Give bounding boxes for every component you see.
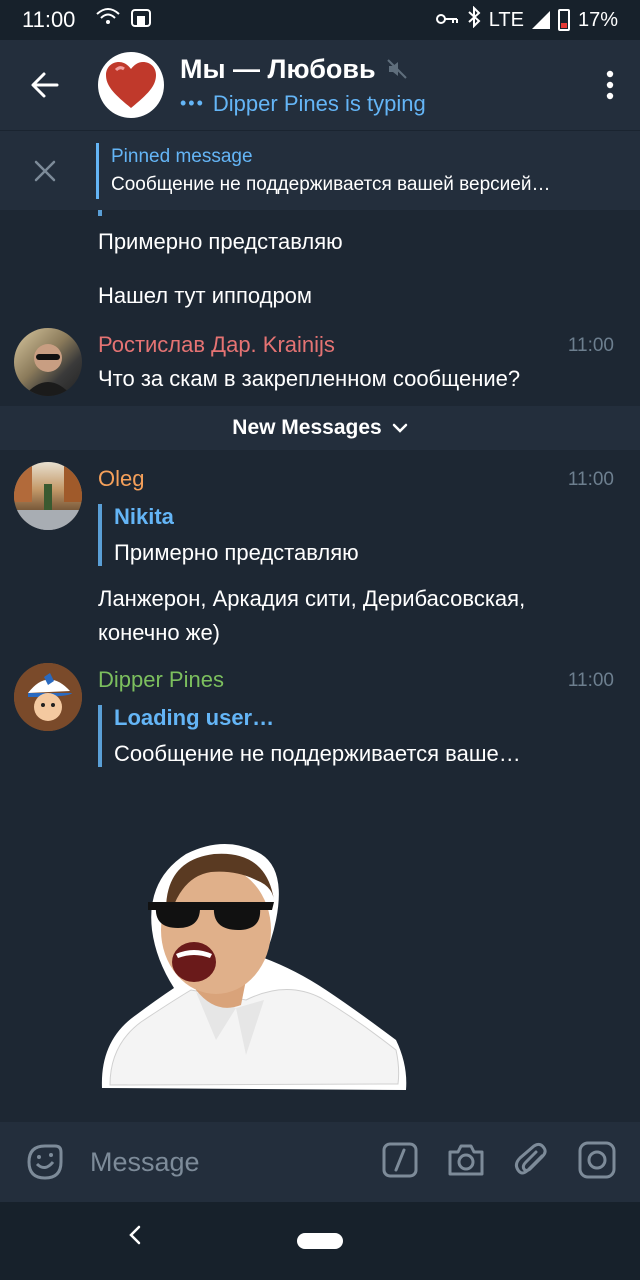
message-time: 11:00: [567, 469, 614, 490]
heart-icon: [106, 62, 156, 108]
wifi-call-icon: [95, 6, 121, 34]
reply-quote[interactable]: Nikita Примерно представляю: [98, 504, 359, 566]
nav-home-button[interactable]: [297, 1233, 343, 1249]
chat-avatar[interactable]: [98, 52, 164, 118]
user-photo-icon: [14, 663, 82, 731]
system-navigation-bar: [0, 1202, 640, 1280]
chat-status: Dipper Pines is typing: [212, 90, 426, 116]
message-text: Ланжерон, Аркадия сити, Дерибасовская, к…: [98, 586, 526, 645]
message-time: 11:00: [567, 335, 614, 356]
avatar[interactable]: [14, 663, 82, 731]
avatar[interactable]: [14, 462, 82, 530]
network-type: LTE: [488, 8, 524, 31]
chevron-down-icon: [392, 423, 407, 433]
sticker-icon: [27, 1144, 63, 1180]
message-text: Что за скам в закрепленном сообщение?: [98, 366, 521, 391]
more-vertical-icon: [606, 70, 614, 100]
camera-icon: [448, 1144, 484, 1175]
message-input[interactable]: Message: [90, 1147, 382, 1178]
user-photo-icon: [24, 344, 72, 396]
battery-percent: 17%: [577, 8, 618, 31]
new-messages-divider[interactable]: New Messages: [0, 406, 640, 450]
sender-name[interactable]: Dipper Pines: [98, 667, 224, 693]
close-icon: [34, 160, 56, 181]
pinned-text: Сообщение не поддерживается вашей версие…: [111, 173, 551, 195]
paperclip-icon: [514, 1142, 547, 1174]
reply-author: Nikita: [114, 504, 174, 529]
reply-author: Loading user…: [114, 705, 275, 730]
avatar[interactable]: [14, 328, 82, 396]
sticker-emoji-button[interactable]: [0, 1122, 90, 1202]
reply-text: Сообщение не поддерживается ваше…: [114, 741, 521, 766]
attach-button[interactable]: [514, 1142, 550, 1183]
reply-text: Примерно представляю: [114, 540, 359, 565]
pinned-message-bar[interactable]: Pinned message Сообщение не поддерживает…: [0, 130, 640, 210]
chat-title: Мы — Любовь: [180, 53, 376, 84]
instant-camera-button[interactable]: [578, 1141, 616, 1184]
close-pinned-button[interactable]: [0, 131, 90, 211]
message-text: Примерно представляю: [98, 229, 343, 254]
status-time: 11:00: [22, 7, 76, 32]
chevron-left-icon: [129, 1225, 141, 1245]
camera-button[interactable]: [446, 1142, 486, 1183]
typing-indicator: •••: [180, 93, 205, 113]
bluetooth-icon: [467, 5, 481, 34]
message-composer: Message: [0, 1122, 640, 1202]
reply-quote[interactable]: Loading user… Сообщение не поддерживаетс…: [98, 705, 521, 767]
scrolled-reply-edge: [98, 210, 102, 216]
vpn-key-icon: [435, 9, 459, 32]
message-time: 11:00: [567, 670, 614, 691]
arrow-left-icon: [31, 72, 59, 98]
sticker-image[interactable]: [96, 840, 416, 1095]
message-text: Нашел тут ипподром: [98, 283, 313, 308]
back-button[interactable]: [0, 40, 90, 130]
muted-icon: [386, 59, 407, 79]
user-photo-icon: [14, 462, 82, 530]
signal-icon: [531, 11, 550, 29]
sender-name[interactable]: Ростислав Дар. Krainijs: [98, 332, 335, 358]
more-options-button[interactable]: [580, 40, 640, 130]
new-messages-label: New Messages: [232, 416, 382, 439]
chat-info[interactable]: Мы — Любовь ••• Dipper Pines is typing: [180, 54, 426, 117]
video-message-icon: [578, 1141, 616, 1178]
sender-name[interactable]: Oleg: [98, 466, 144, 492]
bot-commands-button[interactable]: [382, 1142, 418, 1183]
chat-header: Мы — Любовь ••• Dipper Pines is typing: [0, 40, 640, 130]
notification-icon: [129, 6, 153, 34]
battery-icon: [557, 9, 570, 31]
sticker-man-sunglasses: [101, 844, 407, 1090]
pinned-title: Pinned message: [111, 145, 253, 167]
nav-back-button[interactable]: [128, 1224, 142, 1251]
slash-command-icon: [382, 1142, 418, 1177]
status-bar: 11:00 LTE 17%: [0, 0, 640, 40]
